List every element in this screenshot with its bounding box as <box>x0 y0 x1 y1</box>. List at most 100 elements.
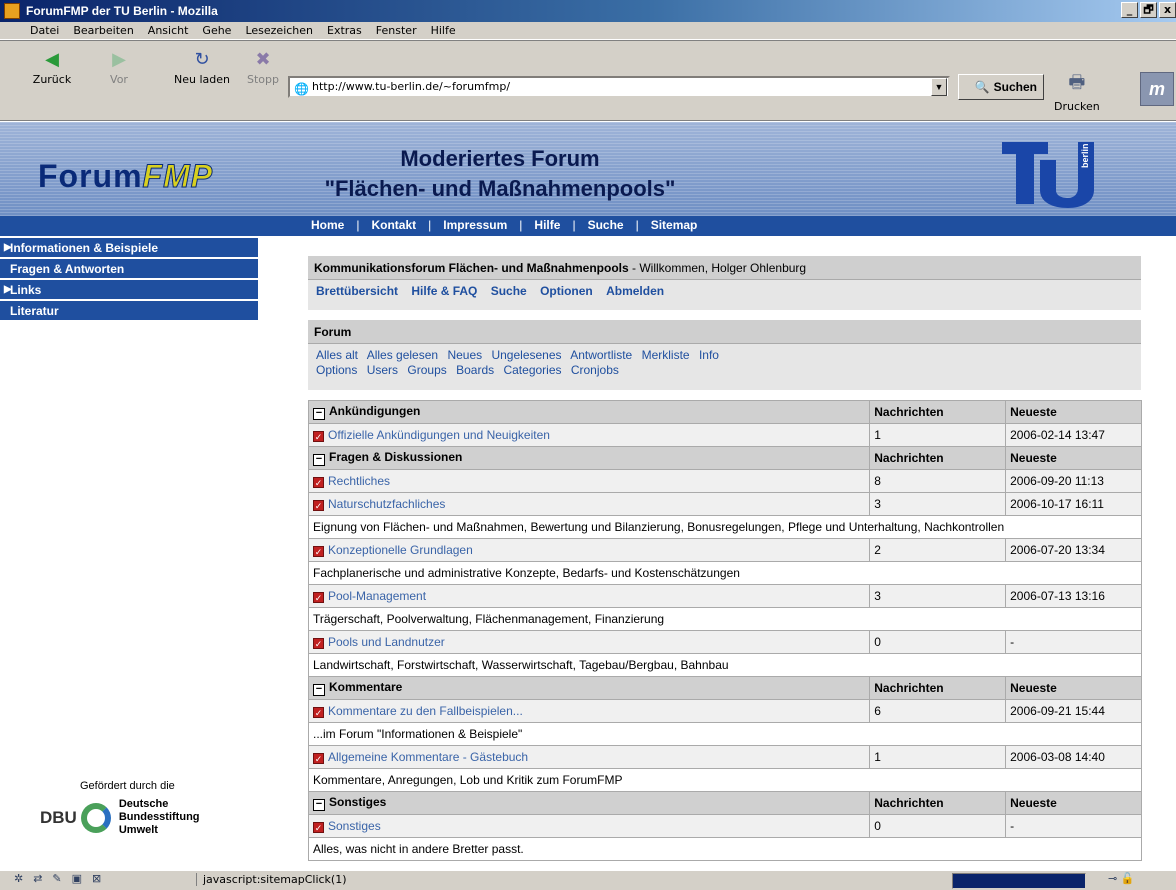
leftmenu-item-fragen[interactable]: Fragen & Antworten <box>0 259 258 279</box>
link-antwortliste[interactable]: Antwortliste <box>570 348 632 362</box>
forward-button[interactable]: ▶ Vor <box>102 49 136 86</box>
nav-suche[interactable]: Suche <box>588 218 624 232</box>
link-alles-alt[interactable]: Alles alt <box>316 348 358 362</box>
menu-fenster[interactable]: Fenster <box>376 24 417 37</box>
menu-gehe[interactable]: Gehe <box>202 24 231 37</box>
link-options[interactable]: Options <box>316 363 357 377</box>
forum-link[interactable]: Rechtliches <box>328 474 390 488</box>
url-input[interactable]: 🌐 http://www.tu-berlin.de/~forumfmp/ <box>288 76 950 98</box>
message-count: 3 <box>869 492 1007 516</box>
forum-link[interactable]: Pool-Management <box>328 589 426 603</box>
menu-datei[interactable]: Datei <box>30 24 59 37</box>
forum-cell: ✓ Kommentare zu den Fallbeispielen... <box>307 699 871 723</box>
link-categories[interactable]: Categories <box>503 363 561 377</box>
menu-hilfe[interactable]: Hilfe <box>431 24 456 37</box>
forum-description: Kommentare, Anregungen, Lob und Kritik z… <box>308 768 1142 792</box>
collapse-icon[interactable]: − <box>313 408 325 420</box>
link-merkliste[interactable]: Merkliste <box>642 348 690 362</box>
forum-link[interactable]: Offizielle Ankündigungen und Neuigkeiten <box>328 428 550 442</box>
dbu-logo[interactable]: DBU Deutsche Bundesstiftung Umwelt <box>40 798 250 837</box>
nav-kontakt[interactable]: Kontakt <box>371 218 416 232</box>
message-count: 1 <box>869 423 1007 447</box>
collapse-icon[interactable]: − <box>313 454 325 466</box>
link-boards[interactable]: Boards <box>456 363 494 377</box>
minimize-button[interactable]: _ <box>1121 2 1138 18</box>
col-header-messages: Nachrichten <box>869 400 1007 424</box>
link-neues[interactable]: Neues <box>447 348 482 362</box>
collapse-icon[interactable]: − <box>313 684 325 696</box>
mozilla-app-icon <box>4 3 20 19</box>
table-row: ✓ Rechtliches 8 2006-09-20 11:13 <box>307 469 1142 493</box>
reload-button[interactable]: ↻ Neu laden <box>172 49 232 86</box>
unread-checkbox-icon: ✓ <box>313 477 324 488</box>
link-optionen[interactable]: Optionen <box>540 284 593 298</box>
link-alles-gelesen[interactable]: Alles gelesen <box>367 348 438 362</box>
menu-extras[interactable]: Extras <box>327 24 362 37</box>
top-navigation: Home | Kontakt | Impressum | Hilfe | Suche | … <box>0 216 1176 236</box>
leftmenu-item-links[interactable]: ▶ Links <box>0 280 258 300</box>
latest-date: 2006-03-08 14:40 <box>1005 745 1142 769</box>
latest-date: 2006-07-13 13:16 <box>1005 584 1142 608</box>
progress-bar <box>952 873 1086 889</box>
link-brettuebersicht[interactable]: Brettübersicht <box>316 284 398 298</box>
category-cell: − Ankündigungen <box>307 400 871 424</box>
forum-description: Alles, was nicht in andere Bretter passt… <box>308 837 1142 861</box>
latest-date: 2006-09-21 15:44 <box>1005 699 1142 723</box>
forum-description: Trägerschaft, Poolverwaltung, Flächenman… <box>308 607 1142 631</box>
message-count: 0 <box>869 814 1007 838</box>
forum-link[interactable]: Naturschutzfachliches <box>328 497 445 511</box>
col-header-messages: Nachrichten <box>869 791 1007 815</box>
url-dropdown-button[interactable]: ▼ <box>931 78 947 96</box>
forward-arrow-icon: ▶ <box>112 49 126 70</box>
link-groups[interactable]: Groups <box>407 363 446 377</box>
forum-link[interactable]: Allgemeine Kommentare - Gästebuch <box>328 750 528 764</box>
forum-link[interactable]: Pools und Landnutzer <box>328 635 445 649</box>
nav-sitemap[interactable]: Sitemap <box>651 218 698 232</box>
reload-icon: ↻ <box>194 49 210 70</box>
link-cronjobs[interactable]: Cronjobs <box>571 363 619 377</box>
col-header-messages: Nachrichten <box>869 676 1007 700</box>
funder-block: Gefördert durch die DBU Deutsche Bundess… <box>40 780 250 837</box>
close-button[interactable]: x <box>1159 2 1176 18</box>
forum-cell: ✓ Offizielle Ankündigungen und Neuigkeite… <box>307 423 871 447</box>
forward-label: Vor <box>110 73 128 86</box>
svg-text:berlin: berlin <box>1080 143 1090 168</box>
link-users[interactable]: Users <box>367 363 398 377</box>
link-suche[interactable]: Suche <box>491 284 527 298</box>
nav-home[interactable]: Home <box>311 218 344 232</box>
menu-ansicht[interactable]: Ansicht <box>148 24 189 37</box>
table-description-row: Alles, was nicht in andere Bretter passt… <box>308 837 1142 861</box>
col-header-messages: Nachrichten <box>869 446 1007 470</box>
forum-header: Forum <box>308 320 1141 344</box>
forum-link[interactable]: Kommentare zu den Fallbeispielen... <box>328 704 523 718</box>
forum-link[interactable]: Konzeptionelle Grundlagen <box>328 543 473 557</box>
back-button[interactable]: ◀ Zurück <box>30 49 74 86</box>
latest-date: 2006-02-14 13:47 <box>1005 423 1142 447</box>
link-abmelden[interactable]: Abmelden <box>606 284 664 298</box>
nav-hilfe[interactable]: Hilfe <box>534 218 560 232</box>
status-text: javascript:sitemapClick(1) <box>196 873 347 886</box>
nav-impressum[interactable]: Impressum <box>443 218 507 232</box>
message-count: 3 <box>869 584 1007 608</box>
dbu-abbr: DBU <box>40 807 77 827</box>
col-header-latest: Neueste <box>1005 791 1142 815</box>
stop-button[interactable]: ✖ Stopp <box>246 49 280 86</box>
maximize-button[interactable]: 🗗 <box>1140 2 1157 18</box>
search-button[interactable]: 🔍 Suchen <box>958 74 1044 100</box>
expand-arrow-icon: ▶ <box>4 242 12 253</box>
link-ungelesenes[interactable]: Ungelesenes <box>491 348 561 362</box>
forum-link[interactable]: Sonstiges <box>328 819 381 833</box>
leftmenu-item-literatur[interactable]: Literatur <box>0 301 258 321</box>
menu-lesezeichen[interactable]: Lesezeichen <box>245 24 313 37</box>
print-button[interactable]: 🖶 Drucken <box>1054 70 1100 113</box>
link-hilfe-faq[interactable]: Hilfe & FAQ <box>411 284 477 298</box>
leftmenu-item-informationen[interactable]: ▶ Informationen & Beispiele <box>0 238 258 258</box>
collapse-icon[interactable]: − <box>313 799 325 811</box>
table-category-row: − Fragen & Diskussionen Nachrichten Neueste <box>307 446 1142 470</box>
link-info[interactable]: Info <box>699 348 719 362</box>
left-menu: ▶ Informationen & Beispiele Fragen & Antw… <box>0 238 258 322</box>
search-icon: 🔍 <box>974 80 990 94</box>
menu-bearbeiten[interactable]: Bearbeiten <box>73 24 133 37</box>
status-icons: ✲⇄✎▣⊠ <box>14 872 112 885</box>
url-text: http://www.tu-berlin.de/~forumfmp/ <box>312 80 511 93</box>
